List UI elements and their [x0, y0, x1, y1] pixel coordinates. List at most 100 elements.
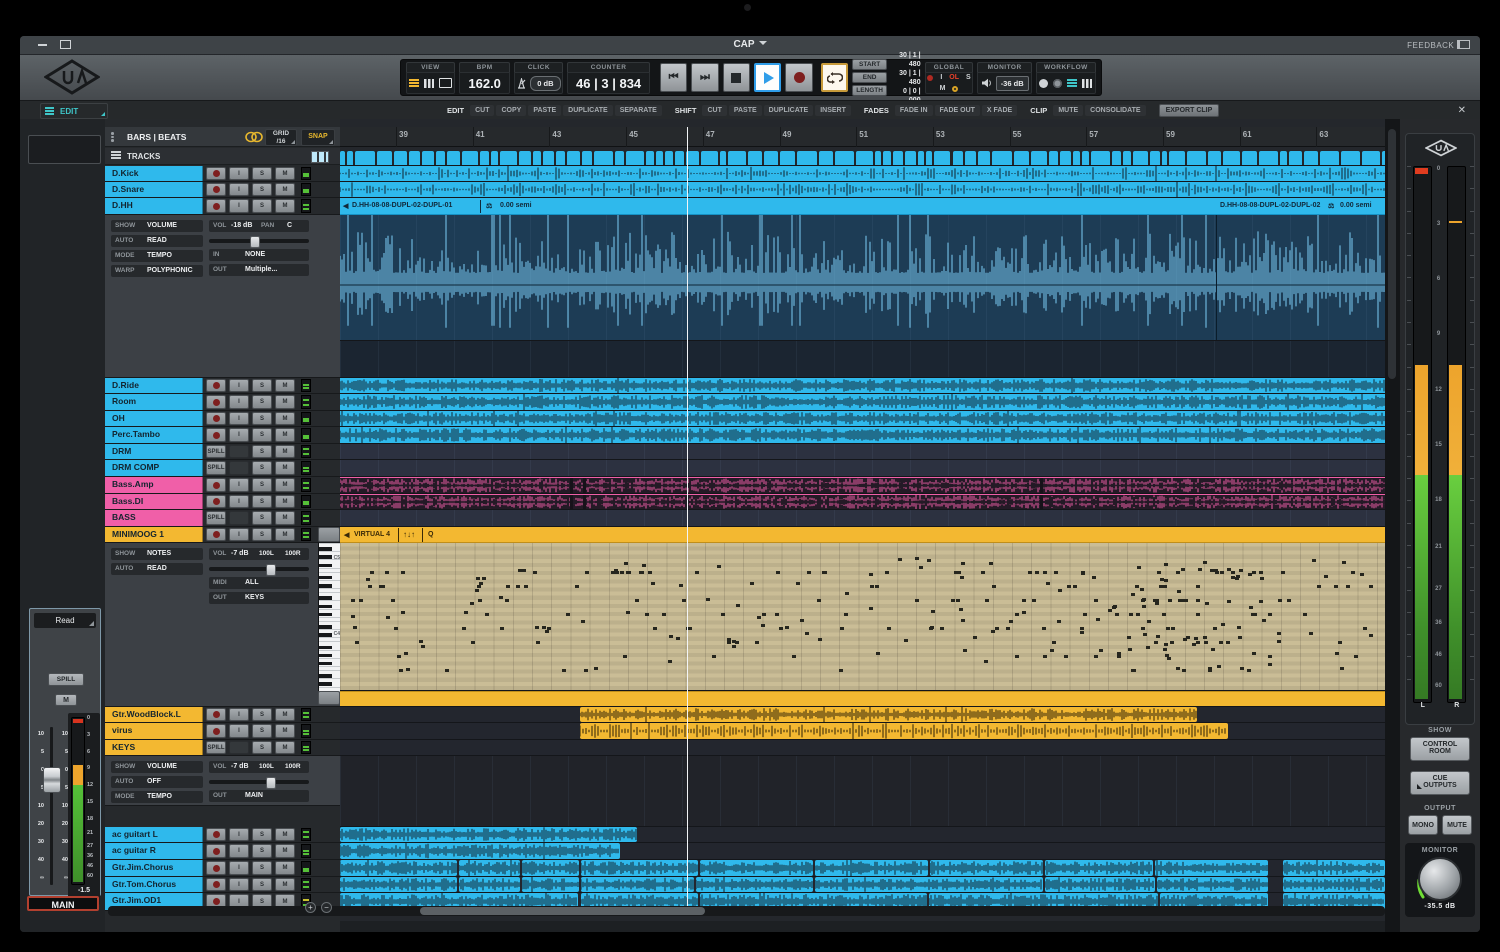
track-name[interactable]: D.HH [105, 198, 203, 214]
midi-note[interactable] [1268, 663, 1272, 666]
midi-note[interactable] [1317, 585, 1321, 588]
midi-note[interactable] [755, 641, 759, 644]
record-arm-button[interactable] [206, 167, 226, 180]
toolbar-item[interactable]: DUPLICATE [764, 105, 814, 116]
clip-segment[interactable] [567, 151, 580, 165]
spill-button[interactable]: SPILL [206, 511, 226, 525]
track-name[interactable]: D.Snare [105, 182, 203, 197]
solo-button[interactable]: S [252, 428, 272, 442]
midi-note[interactable] [1099, 649, 1103, 652]
record-arm-button[interactable] [206, 395, 226, 409]
track-name[interactable]: virus [105, 723, 203, 739]
solo-button[interactable]: S [252, 861, 272, 875]
midi-note[interactable] [505, 599, 509, 602]
midi-note[interactable] [1203, 561, 1207, 564]
midi-note[interactable] [1176, 667, 1180, 670]
clip-segment[interactable] [926, 151, 932, 165]
solo-button[interactable]: S [252, 478, 272, 492]
clip-segment[interactable] [1049, 151, 1059, 165]
toolbar-item[interactable]: DUPLICATE [563, 105, 613, 116]
midi-note[interactable] [915, 599, 919, 602]
midi-note[interactable] [1217, 665, 1221, 668]
empty-region[interactable] [340, 756, 1385, 827]
workflow-record-icon[interactable] [1039, 79, 1048, 88]
midi-note[interactable] [464, 611, 468, 614]
midi-note[interactable] [575, 585, 579, 588]
setting-row[interactable]: SHOWVOLUME [111, 761, 203, 773]
midi-note[interactable] [1128, 648, 1132, 651]
midi-note[interactable] [1042, 627, 1046, 630]
midi-note[interactable] [1196, 613, 1200, 616]
quantize-button[interactable]: Q [428, 531, 433, 538]
input-button[interactable]: I [229, 828, 249, 841]
audio-clip[interactable] [1283, 860, 1385, 876]
midi-note[interactable] [1227, 600, 1231, 603]
clip-segment[interactable] [1162, 151, 1168, 165]
clip-segment[interactable] [883, 151, 891, 165]
global-record-icon[interactable] [927, 75, 933, 81]
toolbar-item[interactable]: MUTE [1053, 105, 1083, 116]
midi-note[interactable] [478, 599, 482, 602]
midi-note[interactable] [1226, 641, 1230, 644]
midi-note[interactable] [1324, 575, 1328, 578]
track-row[interactable]: D.HHISM [105, 198, 340, 215]
global-mute-button[interactable]: M [940, 85, 946, 93]
midi-note[interactable] [1248, 573, 1252, 576]
track-name[interactable]: D.Kick [105, 166, 203, 181]
midi-note[interactable] [839, 669, 843, 672]
midi-note[interactable] [1194, 637, 1198, 640]
track-row[interactable]: MINIMOOG 1ISM [105, 527, 340, 543]
midi-note[interactable] [1043, 655, 1047, 658]
midi-note[interactable] [1153, 599, 1157, 602]
mute-button[interactable]: M [275, 428, 295, 442]
midi-note[interactable] [961, 619, 965, 622]
audio-clip[interactable] [815, 877, 1043, 892]
track-name[interactable]: Gtr.Tom.Chorus [105, 877, 203, 892]
record-button[interactable] [785, 63, 812, 92]
snap-button[interactable]: SNAP [301, 129, 335, 146]
midi-note[interactable] [930, 626, 934, 629]
midi-note[interactable] [624, 562, 628, 565]
midi-note[interactable] [1211, 648, 1215, 651]
clip-segment[interactable] [447, 151, 460, 165]
input-button[interactable]: I [229, 478, 249, 492]
overview-thumbnail[interactable] [28, 135, 101, 164]
midi-note[interactable] [931, 610, 935, 613]
midi-note[interactable] [1022, 611, 1026, 614]
setting-row[interactable]: AUTOREAD [111, 235, 203, 247]
mute-button[interactable]: M [275, 861, 295, 875]
midi-note[interactable] [1346, 585, 1350, 588]
midi-note[interactable] [399, 669, 403, 672]
audio-clip[interactable] [815, 860, 928, 876]
midi-note[interactable] [1156, 635, 1160, 638]
input-button[interactable]: I [229, 183, 249, 196]
mute-output-button[interactable]: MUTE [1442, 815, 1472, 835]
midi-note[interactable] [1227, 568, 1231, 571]
clip-segment[interactable] [1169, 151, 1184, 165]
monitor-level-value[interactable]: -35.5 dB [1405, 903, 1475, 910]
solo-button[interactable]: S [252, 412, 272, 425]
export-clip-button[interactable]: EXPORT CLIP [1159, 104, 1220, 117]
bus-lane[interactable] [340, 510, 1385, 527]
mute-button[interactable]: M [275, 828, 295, 841]
mute-button[interactable]: M [275, 478, 295, 492]
midi-note[interactable] [960, 576, 964, 579]
clip-segment[interactable] [918, 151, 923, 165]
main-bus-label[interactable]: MAIN [27, 896, 99, 911]
midi-note[interactable] [594, 667, 598, 670]
setting-row[interactable]: AUTOOFF [111, 776, 203, 788]
midi-note[interactable] [1309, 632, 1313, 635]
control-room-button[interactable]: CONTROL ROOM [1410, 737, 1470, 761]
clip-segment[interactable] [764, 151, 778, 165]
volume-slider[interactable] [209, 239, 309, 243]
start-value[interactable]: 30 | 1 | 480 [890, 51, 921, 69]
setting-row[interactable]: SHOWNOTES [111, 548, 203, 560]
record-arm-button[interactable] [206, 183, 226, 196]
midi-note[interactable] [1312, 559, 1316, 562]
midi-clip-header[interactable]: ◀ VIRTUAL 4 ↑↓↑ Q [340, 527, 1385, 543]
volume-row[interactable]: VOL-7 dB100L100R [209, 548, 309, 560]
midi-note[interactable] [807, 571, 811, 574]
clip-pitch-value[interactable]: 0.00 semi [500, 202, 532, 209]
monitor-level-button[interactable]: -36 dB [996, 76, 1029, 91]
mute-button[interactable]: M [275, 379, 295, 392]
